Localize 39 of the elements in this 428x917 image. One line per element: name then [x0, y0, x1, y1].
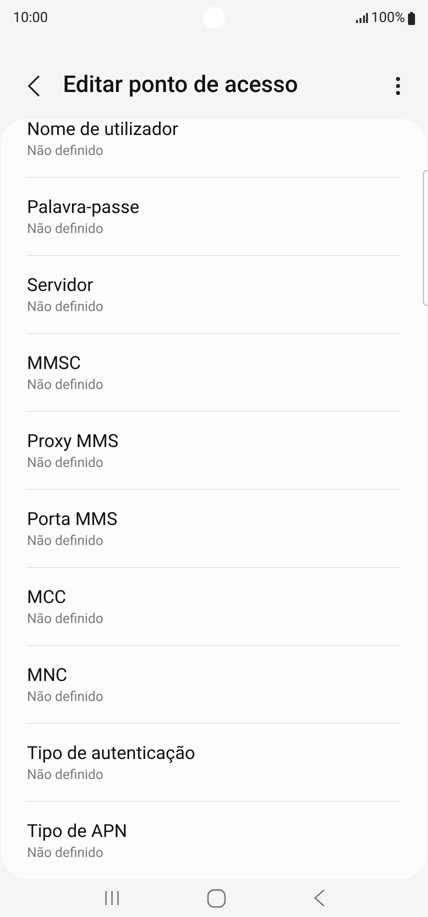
- battery-percent: 100%: [371, 8, 405, 28]
- item-value: Não definido: [27, 454, 104, 473]
- item-value: Não definido: [27, 298, 104, 317]
- item-title: MNC: [27, 665, 68, 687]
- item-value: Não definido: [27, 844, 104, 863]
- settings-item[interactable]: Nome de utilizador Não definido: [27, 119, 401, 178]
- settings-item[interactable]: Tipo de APN Não definido: [27, 802, 401, 879]
- item-title: Tipo de autenticação: [27, 743, 196, 765]
- settings-item[interactable]: Tipo de autenticação Não definido: [27, 724, 401, 802]
- settings-item[interactable]: Servidor Não definido: [27, 256, 401, 334]
- settings-item[interactable]: MCC Não definido: [27, 568, 401, 646]
- settings-item[interactable]: Proxy MMS Não definido: [27, 412, 401, 490]
- item-title: Palavra-passe: [27, 197, 140, 219]
- status-time: 10:00: [13, 8, 48, 28]
- settings-item[interactable]: MMSC Não definido: [27, 334, 401, 412]
- item-title: Servidor: [27, 275, 94, 297]
- item-value: Não definido: [27, 142, 104, 161]
- settings-item[interactable]: Porta MMS Não definido: [27, 490, 401, 568]
- signal-icon: [356, 13, 368, 23]
- item-title: Proxy MMS: [27, 431, 120, 453]
- page-title: Editar ponto de acesso: [63, 70, 299, 100]
- item-value: Não definido: [27, 766, 104, 785]
- battery-icon: [408, 12, 415, 24]
- item-value: Não definido: [27, 688, 104, 707]
- more-options-icon: [396, 76, 400, 94]
- item-value: Não definido: [27, 376, 104, 395]
- settings-item[interactable]: MNC Não definido: [27, 646, 401, 724]
- item-title: Tipo de APN: [27, 821, 128, 843]
- item-title: Porta MMS: [27, 509, 118, 531]
- home-icon[interactable]: [206, 888, 226, 908]
- back-icon[interactable]: [312, 889, 324, 907]
- item-title: MCC: [27, 587, 68, 609]
- item-title: Nome de utilizador: [27, 119, 180, 141]
- item-value: Não definido: [27, 610, 104, 629]
- item-title: MMSC: [27, 353, 82, 375]
- recent-apps-icon[interactable]: [104, 890, 120, 906]
- item-value: Não definido: [27, 532, 104, 551]
- item-value: Não definido: [27, 220, 104, 239]
- settings-item[interactable]: Palavra-passe Não definido: [27, 178, 401, 256]
